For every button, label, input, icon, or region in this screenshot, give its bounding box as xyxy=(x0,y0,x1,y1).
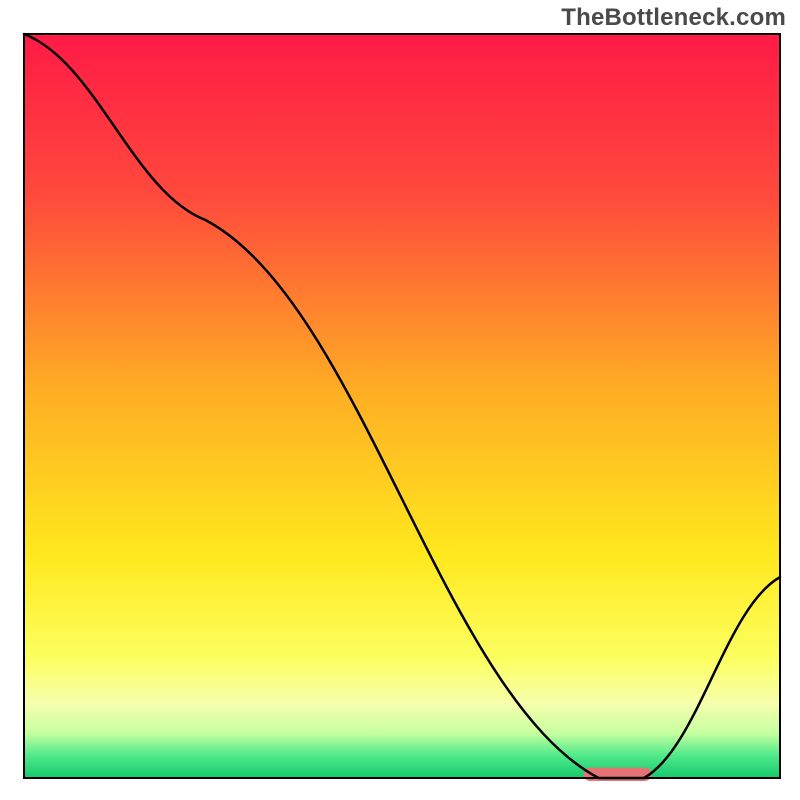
attribution-text: TheBottleneck.com xyxy=(561,4,786,32)
gradient-background xyxy=(24,34,780,778)
chart-container: TheBottleneck.com xyxy=(0,0,800,800)
bottleneck-chart xyxy=(0,0,800,800)
